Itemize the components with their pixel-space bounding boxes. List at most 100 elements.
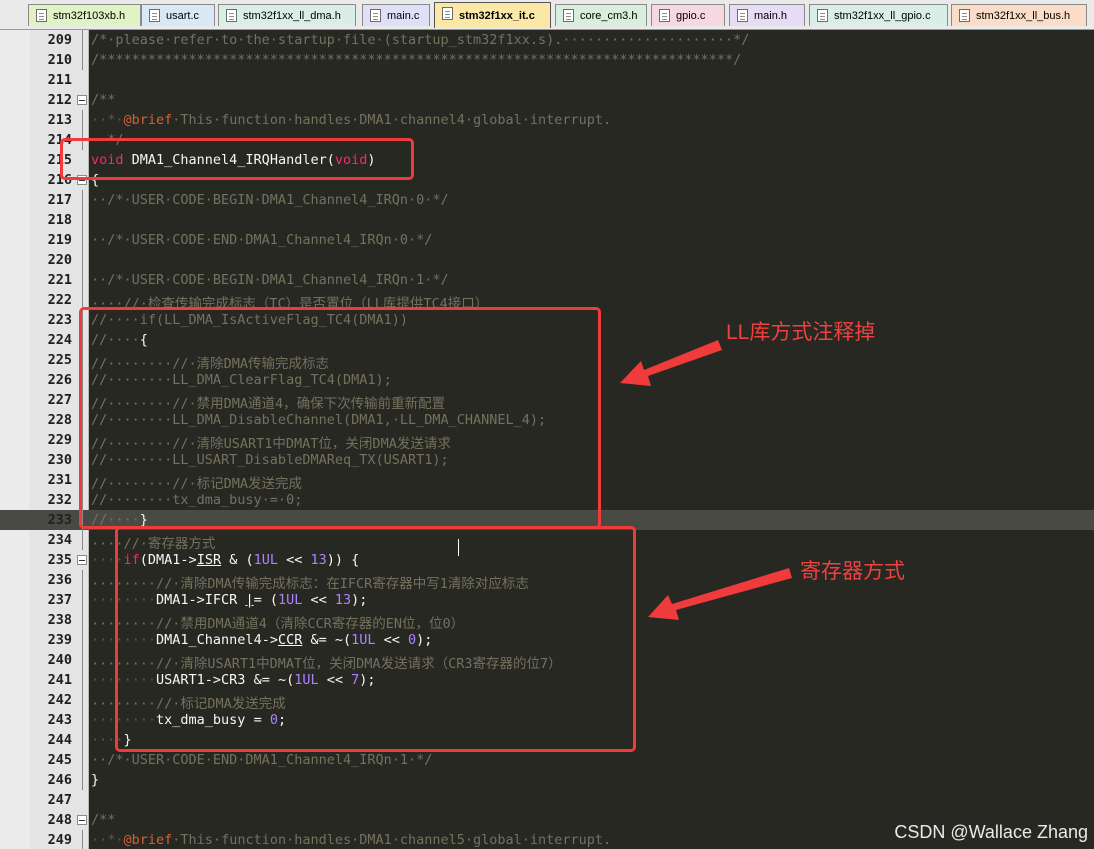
- fold-guide: [82, 630, 83, 650]
- code-line[interactable]: 209 /*·please·refer·to·the·startup·file·(…: [0, 30, 1094, 50]
- fold-guide: [82, 730, 83, 750]
- tab-main-h[interactable]: main.h: [729, 4, 805, 26]
- line-number: 222: [47, 292, 72, 308]
- code-line[interactable]: 221 ··/*·USER·CODE·BEGIN·DMA1_Channel4_IR…: [0, 270, 1094, 290]
- code-text: /**: [91, 92, 115, 108]
- csdn-watermark: CSDN @Wallace Zhang: [894, 822, 1088, 842]
- code-line[interactable]: 246}: [0, 770, 1094, 790]
- tab-label: core_cm3.h: [580, 9, 638, 22]
- ll-library-code-highlight-box: [79, 307, 601, 529]
- fold-toggle-icon[interactable]: [77, 555, 87, 565]
- code-text: ··/*·USER·CODE·END·DMA1_Channel4_IRQn·1·…: [91, 752, 432, 768]
- code-token: ··*·: [91, 832, 124, 848]
- line-number: 218: [47, 212, 72, 228]
- tab-label: gpio.c: [676, 9, 706, 22]
- code-text: /**: [91, 812, 115, 828]
- code-text: ··*·@brief·This·function·handles·DMA1·ch…: [91, 832, 611, 848]
- fold-guide: [82, 210, 83, 230]
- fold-guide: [82, 670, 83, 690]
- code-token: ··/*·USER·CODE·BEGIN·DMA1_Channel4_IRQn·…: [91, 272, 449, 288]
- file-icon: [959, 9, 970, 22]
- tab-stm32f1xx-ll-dma-h[interactable]: stm32f1xx_ll_dma.h: [218, 4, 356, 26]
- code-line[interactable]: 247: [0, 790, 1094, 810]
- file-icon: [36, 9, 47, 22]
- fold-guide: [82, 690, 83, 710]
- fold-guide: [82, 590, 83, 610]
- tab-gpio-c[interactable]: gpio.c: [651, 4, 725, 26]
- tab-stm32f1xx-ll-gpio-c[interactable]: stm32f1xx_ll_gpio.c: [809, 4, 948, 26]
- line-number: 239: [47, 632, 72, 648]
- fold-guide: [82, 50, 83, 70]
- line-number: 220: [47, 252, 72, 268]
- file-icon: [226, 9, 237, 22]
- line-number: 247: [47, 792, 72, 808]
- line-number: 246: [47, 772, 72, 788]
- code-line[interactable]: 217 ··/*·USER·CODE·BEGIN·DMA1_Channel4_IR…: [0, 190, 1094, 210]
- editor-tab-bar: stm32f103xb.h usart.c stm32f1xx_ll_dma.h ma…: [0, 0, 1094, 30]
- code-token: ··/*·USER·CODE·END·DMA1_Channel4_IRQn·0·…: [91, 232, 433, 248]
- tab-stm32f1xx-it-c[interactable]: stm32f1xx_it.c: [434, 2, 551, 28]
- tab-label: stm32f1xx_ll_bus.h: [976, 9, 1071, 22]
- fold-guide: [82, 110, 83, 130]
- code-token: @brief: [123, 112, 173, 128]
- line-number: 240: [47, 652, 72, 668]
- fold-guide: [82, 650, 83, 670]
- line-number: 244: [47, 732, 72, 748]
- line-number: 213: [47, 112, 72, 128]
- code-text: /***************************************…: [91, 52, 741, 68]
- line-number: 224: [47, 332, 72, 348]
- fold-guide: [82, 830, 83, 849]
- line-number: 243: [47, 712, 72, 728]
- code-token: }: [91, 772, 100, 788]
- file-icon: [817, 9, 828, 22]
- tab-label: usart.c: [166, 9, 200, 22]
- code-line[interactable]: 213 ··*·@brief·This·function·handles·DMA1…: [0, 110, 1094, 130]
- code-token: ··/*·USER·CODE·END·DMA1_Channel4_IRQn·1·…: [91, 752, 433, 768]
- line-number: 212: [47, 92, 72, 108]
- line-number: 225: [47, 352, 72, 368]
- fold-guide: [82, 710, 83, 730]
- line-number: 242: [47, 692, 72, 708]
- line-number: 234: [47, 532, 72, 548]
- file-icon: [442, 7, 453, 20]
- code-line[interactable]: 220: [0, 250, 1094, 270]
- tab-usart-c[interactable]: usart.c: [141, 4, 215, 26]
- code-text: ··/*·USER·CODE·END·DMA1_Channel4_IRQn·0·…: [91, 232, 432, 248]
- code-line[interactable]: 210 /************************************…: [0, 50, 1094, 70]
- line-number: 227: [47, 392, 72, 408]
- ll-annotation-label: LL库方式注释掉: [726, 321, 876, 344]
- line-number: 245: [47, 752, 72, 768]
- line-number: 221: [47, 272, 72, 288]
- line-number: 235: [47, 552, 72, 568]
- code-token: ··*·: [91, 112, 124, 128]
- line-number: 219: [47, 232, 72, 248]
- code-token: @brief: [123, 832, 173, 848]
- line-number: 226: [47, 372, 72, 388]
- code-line[interactable]: 212 /**: [0, 90, 1094, 110]
- tab-stm32f1xx-ll-bus-h[interactable]: stm32f1xx_ll_bus.h: [951, 4, 1087, 26]
- tab-stm32f103xb-h[interactable]: stm32f103xb.h: [28, 4, 141, 26]
- code-line[interactable]: 219 ··/*·USER·CODE·END·DMA1_Channel4_IRQn…: [0, 230, 1094, 250]
- line-number: 231: [47, 472, 72, 488]
- tab-core-cm3-h[interactable]: core_cm3.h: [555, 4, 647, 26]
- fold-guide: [82, 610, 83, 630]
- tab-main-c[interactable]: main.c: [362, 4, 430, 26]
- tab-label: stm32f1xx_ll_dma.h: [243, 9, 341, 22]
- tab-label: main.h: [754, 9, 788, 22]
- register-annotation-label: 寄存器方式: [800, 560, 905, 583]
- fold-guide: [82, 30, 83, 50]
- code-token: /**: [91, 812, 116, 828]
- line-number: 236: [47, 572, 72, 588]
- fold-toggle-icon[interactable]: [77, 815, 87, 825]
- code-token: ·This·function·handles·DMA1·channel4·glo…: [172, 112, 612, 128]
- code-line[interactable]: 218: [0, 210, 1094, 230]
- code-line[interactable]: 245 ··/*·USER·CODE·END·DMA1_Channel4_IRQn…: [0, 750, 1094, 770]
- line-number: 248: [47, 812, 72, 828]
- file-icon: [149, 9, 160, 22]
- fold-toggle-icon[interactable]: [77, 95, 87, 105]
- code-line[interactable]: 211: [0, 70, 1094, 90]
- file-icon: [737, 9, 748, 22]
- fold-guide: [82, 270, 83, 290]
- fold-guide: [82, 190, 83, 210]
- line-number: 249: [47, 832, 72, 848]
